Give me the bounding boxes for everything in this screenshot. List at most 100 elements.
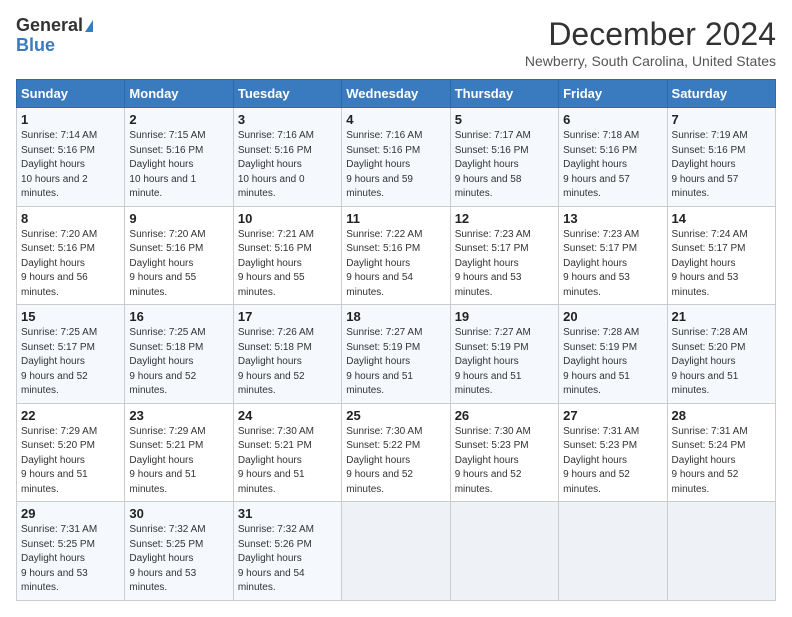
daylight-value: 9 hours and 53 minutes.: [563, 272, 630, 298]
daylight-value: 9 hours and 58 minutes.: [455, 174, 522, 200]
daylight-value: 9 hours and 51 minutes.: [21, 469, 88, 495]
daylight-label: Daylight hours: [672, 356, 736, 367]
daylight-label: Daylight hours: [129, 356, 193, 367]
daylight-label: Daylight hours: [238, 455, 302, 466]
sunset-label: Sunset: 5:18 PM: [129, 342, 203, 353]
day-number: 21: [672, 309, 771, 324]
sunset-label: Sunset: 5:17 PM: [672, 243, 746, 254]
calendar-cell: 14 Sunrise: 7:24 AM Sunset: 5:17 PM Dayl…: [667, 206, 775, 305]
daylight-value: 9 hours and 53 minutes.: [455, 272, 522, 298]
day-number: 25: [346, 408, 445, 423]
day-info: Sunrise: 7:27 AM Sunset: 5:19 PM Dayligh…: [455, 326, 554, 399]
day-number: 22: [21, 408, 120, 423]
day-info: Sunrise: 7:26 AM Sunset: 5:18 PM Dayligh…: [238, 326, 337, 399]
daylight-value: 9 hours and 52 minutes.: [21, 371, 88, 397]
calendar-cell: 21 Sunrise: 7:28 AM Sunset: 5:20 PM Dayl…: [667, 305, 775, 404]
calendar-cell: 22 Sunrise: 7:29 AM Sunset: 5:20 PM Dayl…: [17, 403, 125, 502]
calendar-cell: 17 Sunrise: 7:26 AM Sunset: 5:18 PM Dayl…: [233, 305, 341, 404]
sunrise-label: Sunrise: 7:29 AM: [129, 426, 205, 437]
sunset-label: Sunset: 5:19 PM: [346, 342, 420, 353]
daylight-value: 9 hours and 52 minutes.: [455, 469, 522, 495]
day-info: Sunrise: 7:20 AM Sunset: 5:16 PM Dayligh…: [129, 228, 228, 301]
day-number: 13: [563, 211, 662, 226]
day-number: 15: [21, 309, 120, 324]
sunset-label: Sunset: 5:16 PM: [129, 145, 203, 156]
weekday-header: Sunday: [17, 80, 125, 108]
day-number: 18: [346, 309, 445, 324]
calendar-cell: 6 Sunrise: 7:18 AM Sunset: 5:16 PM Dayli…: [559, 108, 667, 207]
day-number: 3: [238, 112, 337, 127]
calendar-cell: 16 Sunrise: 7:25 AM Sunset: 5:18 PM Dayl…: [125, 305, 233, 404]
daylight-label: Daylight hours: [129, 455, 193, 466]
sunset-label: Sunset: 5:21 PM: [129, 440, 203, 451]
day-info: Sunrise: 7:16 AM Sunset: 5:16 PM Dayligh…: [346, 129, 445, 202]
sunrise-label: Sunrise: 7:23 AM: [563, 229, 639, 240]
daylight-label: Daylight hours: [455, 159, 519, 170]
calendar-cell: 18 Sunrise: 7:27 AM Sunset: 5:19 PM Dayl…: [342, 305, 450, 404]
empty-cell: [667, 502, 775, 601]
daylight-value: 9 hours and 51 minutes.: [455, 371, 522, 397]
day-info: Sunrise: 7:31 AM Sunset: 5:23 PM Dayligh…: [563, 425, 662, 498]
sunset-label: Sunset: 5:16 PM: [238, 243, 312, 254]
day-number: 6: [563, 112, 662, 127]
day-number: 31: [238, 506, 337, 521]
calendar-table: SundayMondayTuesdayWednesdayThursdayFrid…: [16, 79, 776, 601]
sunset-label: Sunset: 5:17 PM: [21, 342, 95, 353]
daylight-label: Daylight hours: [346, 356, 410, 367]
sunset-label: Sunset: 5:17 PM: [563, 243, 637, 254]
daylight-value: 9 hours and 56 minutes.: [21, 272, 88, 298]
sunrise-label: Sunrise: 7:24 AM: [672, 229, 748, 240]
sunrise-label: Sunrise: 7:16 AM: [346, 130, 422, 141]
calendar-cell: 4 Sunrise: 7:16 AM Sunset: 5:16 PM Dayli…: [342, 108, 450, 207]
sunset-label: Sunset: 5:20 PM: [672, 342, 746, 353]
calendar-cell: 10 Sunrise: 7:21 AM Sunset: 5:16 PM Dayl…: [233, 206, 341, 305]
calendar-cell: 5 Sunrise: 7:17 AM Sunset: 5:16 PM Dayli…: [450, 108, 558, 207]
calendar-cell: 12 Sunrise: 7:23 AM Sunset: 5:17 PM Dayl…: [450, 206, 558, 305]
daylight-label: Daylight hours: [238, 553, 302, 564]
sunrise-label: Sunrise: 7:16 AM: [238, 130, 314, 141]
daylight-value: 9 hours and 51 minutes.: [238, 469, 305, 495]
daylight-label: Daylight hours: [238, 159, 302, 170]
day-number: 14: [672, 211, 771, 226]
daylight-label: Daylight hours: [563, 455, 627, 466]
daylight-value: 9 hours and 51 minutes.: [346, 371, 413, 397]
sunrise-label: Sunrise: 7:25 AM: [21, 327, 97, 338]
day-info: Sunrise: 7:18 AM Sunset: 5:16 PM Dayligh…: [563, 129, 662, 202]
sunrise-label: Sunrise: 7:27 AM: [455, 327, 531, 338]
calendar-cell: 27 Sunrise: 7:31 AM Sunset: 5:23 PM Dayl…: [559, 403, 667, 502]
day-info: Sunrise: 7:30 AM Sunset: 5:21 PM Dayligh…: [238, 425, 337, 498]
daylight-label: Daylight hours: [346, 258, 410, 269]
calendar-cell: 2 Sunrise: 7:15 AM Sunset: 5:16 PM Dayli…: [125, 108, 233, 207]
day-number: 10: [238, 211, 337, 226]
day-number: 1: [21, 112, 120, 127]
sunrise-label: Sunrise: 7:31 AM: [21, 524, 97, 535]
day-info: Sunrise: 7:21 AM Sunset: 5:16 PM Dayligh…: [238, 228, 337, 301]
daylight-label: Daylight hours: [672, 455, 736, 466]
daylight-label: Daylight hours: [238, 258, 302, 269]
day-info: Sunrise: 7:17 AM Sunset: 5:16 PM Dayligh…: [455, 129, 554, 202]
day-info: Sunrise: 7:32 AM Sunset: 5:25 PM Dayligh…: [129, 523, 228, 596]
daylight-label: Daylight hours: [455, 258, 519, 269]
daylight-value: 10 hours and 2 minutes.: [21, 174, 88, 200]
day-info: Sunrise: 7:16 AM Sunset: 5:16 PM Dayligh…: [238, 129, 337, 202]
daylight-value: 9 hours and 55 minutes.: [129, 272, 196, 298]
logo-icon: [85, 20, 93, 32]
sunset-label: Sunset: 5:26 PM: [238, 539, 312, 550]
daylight-value: 9 hours and 54 minutes.: [238, 568, 305, 594]
day-number: 9: [129, 211, 228, 226]
calendar-cell: 30 Sunrise: 7:32 AM Sunset: 5:25 PM Dayl…: [125, 502, 233, 601]
sunset-label: Sunset: 5:16 PM: [238, 145, 312, 156]
sunset-label: Sunset: 5:17 PM: [455, 243, 529, 254]
day-number: 26: [455, 408, 554, 423]
sunrise-label: Sunrise: 7:31 AM: [672, 426, 748, 437]
daylight-label: Daylight hours: [21, 356, 85, 367]
sunset-label: Sunset: 5:16 PM: [21, 243, 95, 254]
calendar-cell: 31 Sunrise: 7:32 AM Sunset: 5:26 PM Dayl…: [233, 502, 341, 601]
daylight-label: Daylight hours: [129, 553, 193, 564]
sunrise-label: Sunrise: 7:28 AM: [563, 327, 639, 338]
calendar-cell: 1 Sunrise: 7:14 AM Sunset: 5:16 PM Dayli…: [17, 108, 125, 207]
sunset-label: Sunset: 5:23 PM: [563, 440, 637, 451]
empty-cell: [559, 502, 667, 601]
sunset-label: Sunset: 5:16 PM: [129, 243, 203, 254]
day-number: 12: [455, 211, 554, 226]
